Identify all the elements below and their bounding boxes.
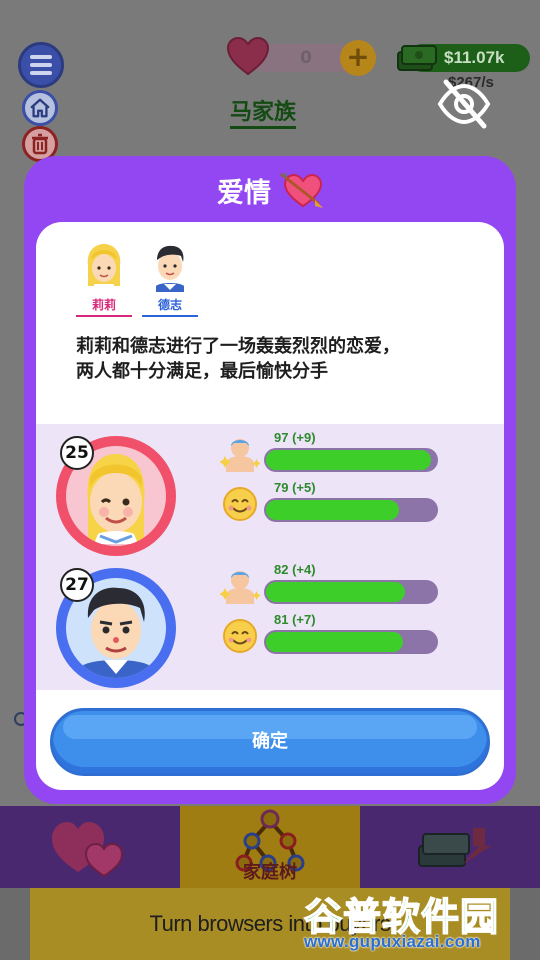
ad-side-left: [0, 888, 30, 960]
story-line-1: 莉莉和德志进行了一场轰轰烈烈的恋爱，: [76, 336, 400, 357]
dezhi-happiness-fill: [266, 632, 403, 652]
family-name-link[interactable]: 马家族: [230, 94, 297, 129]
tab-family-tree[interactable]: 家庭树: [180, 806, 360, 888]
dezhi-age-badge: 27: [60, 568, 94, 602]
dezhi-happiness-label: 81 (+7): [274, 612, 316, 627]
heart-arrow-icon: [280, 172, 323, 208]
menu-button[interactable]: [18, 42, 64, 88]
health-person-icon: [220, 571, 260, 604]
bottom-tab-bar: 家庭树: [0, 806, 540, 888]
dezhi-health-stat: 82 (+4): [220, 562, 440, 606]
lily-happiness-bar: [264, 498, 438, 522]
hide-ui-button[interactable]: [436, 78, 492, 130]
dialog-header: 爱情: [24, 170, 516, 210]
smiley-icon: [223, 619, 257, 653]
dezhi-health-bar: [264, 580, 438, 604]
watermark-url: www.gupuxiazai.com: [304, 932, 481, 951]
smiley-icon: [223, 487, 257, 521]
dialog-card: 莉莉 德志 莉莉和德志进行了一场轰轰烈烈的恋爱， 两人都十分满足，最后愉快分手: [36, 222, 504, 790]
lily-health-label: 97 (+9): [274, 430, 316, 445]
lily-happiness-label: 79 (+5): [274, 480, 316, 495]
lily-happiness-fill: [266, 500, 400, 520]
hamburger-icon: [30, 53, 52, 77]
heart-icon: [226, 36, 270, 76]
lily-happiness-stat: 79 (+5): [220, 480, 440, 524]
hearts-icon: [52, 822, 124, 878]
tab-love[interactable]: [0, 806, 180, 888]
trash-icon: [32, 133, 48, 155]
hearts-count: 0: [300, 48, 312, 68]
tab-family-tree-label: 家庭树: [243, 862, 297, 883]
dezhi-health-label: 82 (+4): [274, 562, 316, 577]
plus-icon: +: [346, 40, 370, 73]
dezhi-health-fill: [266, 582, 405, 602]
lily-name: 莉莉: [76, 296, 132, 317]
home-button[interactable]: [22, 90, 58, 126]
lily-health-fill: [266, 450, 431, 470]
lily-age-badge: 25: [60, 436, 94, 470]
event-story: 莉莉和德志进行了一场轰轰烈烈的恋爱， 两人都十分满足，最后愉快分手: [76, 334, 476, 384]
confirm-label: 确定: [252, 731, 288, 752]
dezhi-name: 德志: [142, 296, 198, 317]
money-stack-icon: [418, 828, 491, 867]
story-line-2: 两人都十分满足，最后愉快分手: [76, 361, 328, 382]
dialog-title: 爱情: [217, 177, 271, 209]
person-chip-dezhi: 德志: [142, 242, 198, 317]
eye-off-icon: [437, 79, 491, 129]
stats-panel: 25 27 97 (+9) 79 (+5) 82 (+4) 81 (+7): [36, 424, 504, 690]
home-icon: [30, 98, 50, 118]
dezhi-happiness-bar: [264, 630, 438, 654]
dezhi-portrait-icon: [156, 245, 184, 292]
person-chip-lily: 莉莉: [76, 242, 132, 317]
lily-health-bar: [264, 448, 438, 472]
tab-shop[interactable]: [360, 806, 540, 888]
money-amount: $11.07k: [444, 48, 505, 67]
money-stack-icon: [397, 45, 437, 71]
love-event-dialog: 爱情 莉莉 德志 莉莉和德志进行了一场轰轰烈烈的恋爱， 两人都十分满足，最后愉快…: [24, 156, 516, 804]
add-hearts-button[interactable]: +: [340, 40, 376, 76]
lily-portrait-icon: [87, 244, 121, 292]
watermark: 谷普软件园 www.gupuxiazai.com: [296, 884, 540, 960]
health-person-icon: [220, 439, 260, 472]
confirm-button[interactable]: 确定: [50, 708, 490, 776]
dezhi-happiness-stat: 81 (+7): [220, 612, 440, 656]
lily-health-stat: 97 (+9): [220, 430, 440, 474]
